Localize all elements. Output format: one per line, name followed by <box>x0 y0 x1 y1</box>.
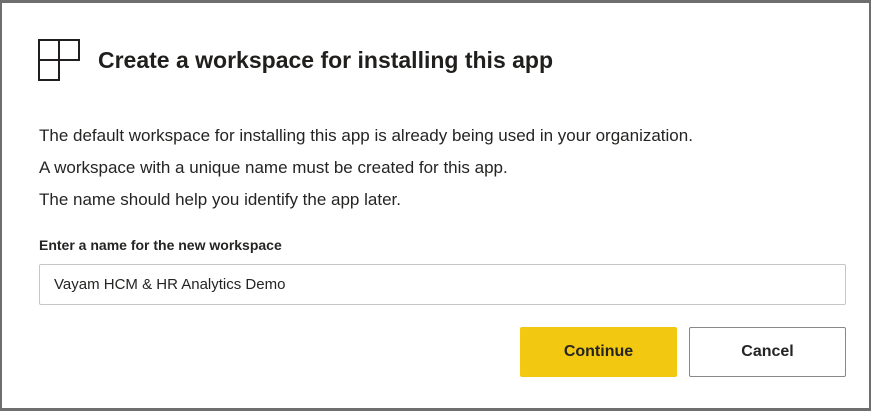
workspace-name-input[interactable] <box>39 264 846 305</box>
workspace-icon <box>38 39 80 81</box>
description-line: A workspace with a unique name must be c… <box>39 158 508 177</box>
dialog-header: Create a workspace for installing this a… <box>38 39 553 81</box>
cancel-button[interactable]: Cancel <box>689 327 846 377</box>
create-workspace-dialog: Create a workspace for installing this a… <box>0 0 871 411</box>
workspace-name-label: Enter a name for the new workspace <box>39 237 282 253</box>
description-line: The default workspace for installing thi… <box>39 126 693 145</box>
dialog-description: The default workspace for installing thi… <box>39 120 693 216</box>
continue-button[interactable]: Continue <box>520 327 677 377</box>
description-line: The name should help you identify the ap… <box>39 190 401 209</box>
dialog-title: Create a workspace for installing this a… <box>98 46 554 73</box>
